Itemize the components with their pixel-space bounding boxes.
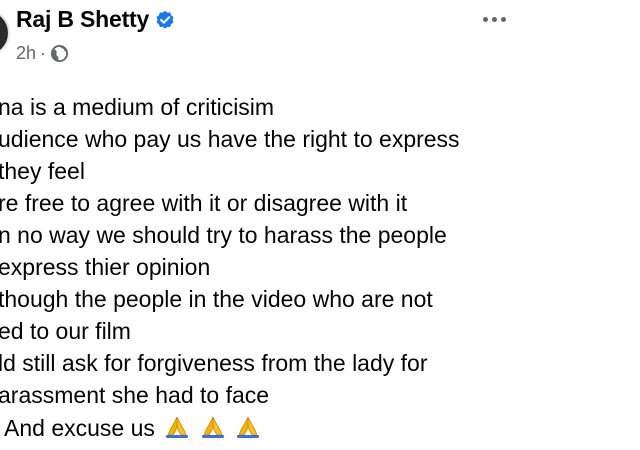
post-line: though the people in the video who are n…	[0, 286, 433, 312]
post-line: n no way we should try to harass the peo…	[0, 222, 447, 248]
post-timestamp[interactable]: 2h	[16, 43, 36, 64]
folded-hands-emoji-icon	[164, 414, 190, 440]
post-line: they feel	[0, 158, 85, 184]
more-options-icon	[482, 16, 506, 22]
globe-icon[interactable]	[50, 44, 69, 63]
post-line: udience who pay us have the right to exp…	[0, 126, 460, 152]
post-line: re free to agree with it or disagree wit…	[0, 190, 408, 216]
folded-hands-emoji-icon	[200, 414, 226, 440]
post-line-last: And excuse us	[4, 412, 261, 444]
post-line: express thier opinion	[0, 254, 211, 280]
folded-hands-emoji-icon	[235, 414, 261, 440]
author-name[interactable]: Raj B Shetty	[16, 6, 149, 33]
facebook-post: Raj B Shetty 2h · na is a medium of crit…	[0, 0, 640, 450]
post-line: ld still ask for forgiveness from the la…	[0, 350, 428, 376]
author-avatar[interactable]	[0, 9, 10, 57]
meta-separator: ·	[40, 43, 47, 63]
verified-badge-icon	[155, 10, 175, 30]
post-line: na is a medium of criticisim	[0, 94, 275, 120]
post-meta: 2h ·	[16, 43, 69, 64]
more-options-button[interactable]	[474, 4, 514, 34]
post-line: arassment she had to face	[0, 382, 270, 408]
post-author: Raj B Shetty	[16, 6, 175, 33]
post-line: ed to our film	[0, 318, 131, 344]
post-line-text: And excuse us	[4, 415, 155, 441]
